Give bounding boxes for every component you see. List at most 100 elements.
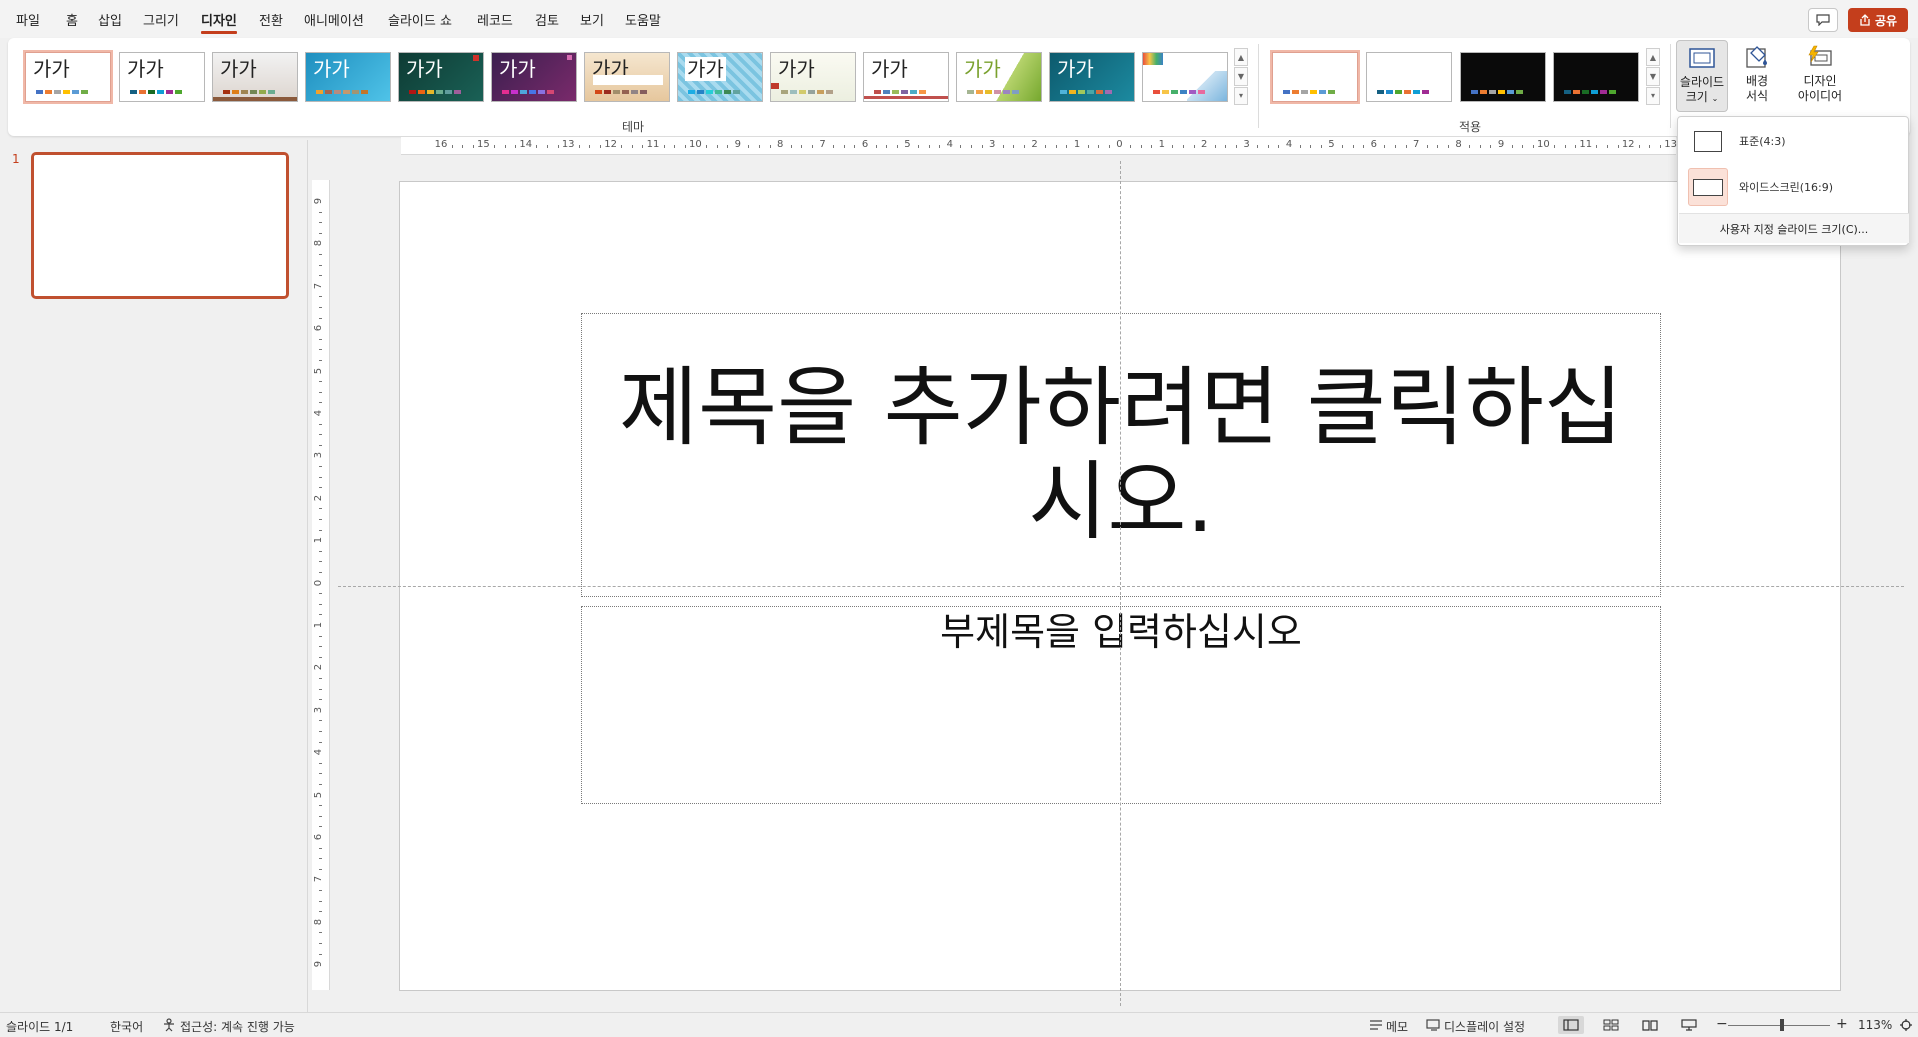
ruler-tick-label: 5 <box>313 367 325 374</box>
theme-celestial[interactable]: 가가 <box>491 52 577 102</box>
ruler-tick-label: 9 <box>1497 139 1505 150</box>
ruler-tick-label: 14 <box>519 139 533 150</box>
ruler-minor-tick <box>319 720 322 722</box>
slide-thumbnail[interactable] <box>31 152 289 299</box>
ruler-tick-label: 9 <box>313 197 325 205</box>
ruler-minor-tick <box>319 572 322 573</box>
menu-transitions[interactable]: 전환 <box>259 10 283 29</box>
theme-wood-type[interactable]: 가가 <box>584 52 670 102</box>
variant-1[interactable] <box>1270 50 1360 104</box>
scroll-up-icon[interactable]: ▲ <box>1234 48 1248 67</box>
gallery-more-icon[interactable]: ▾ <box>1646 86 1660 105</box>
theme-facet[interactable]: 가가 <box>212 52 298 102</box>
menu-animations[interactable]: 애니메이션 <box>304 10 364 29</box>
zoom-slider-thumb[interactable] <box>1780 1019 1784 1031</box>
ruler-minor-tick <box>1225 145 1227 148</box>
variant-2[interactable] <box>1366 52 1452 102</box>
theme-savon[interactable]: 가가 <box>863 52 949 102</box>
theme-office[interactable]: 가가 <box>23 50 113 104</box>
ruler-tick-label: 4 <box>313 749 325 756</box>
ruler-minor-tick <box>918 145 919 148</box>
theme-circuit[interactable]: 가가 <box>1049 52 1135 102</box>
ruler-minor-tick <box>319 911 322 913</box>
ruler-minor-tick <box>1002 145 1004 148</box>
ruler-tick-label: 7 <box>313 876 325 883</box>
menu-help[interactable]: 도움말 <box>625 10 661 29</box>
menu-slideshow[interactable]: 슬라이드 쇼 <box>388 10 452 29</box>
variant-3[interactable] <box>1460 52 1546 102</box>
theme-wisp[interactable]: 가가 <box>956 52 1042 102</box>
theme-glyph: 가가 <box>220 57 257 81</box>
share-button[interactable]: 공유 <box>1848 8 1908 32</box>
normal-view-button[interactable] <box>1558 1016 1584 1034</box>
notes-button[interactable]: 메모 <box>1386 1018 1408 1035</box>
horizontal-ruler[interactable]: 16 15 14 13 12 11 10 9 8 7 6 5 4 3 2 1 0 1 2 3 4 5 6 7 8 9 10 11 12 1… <box>401 137 1804 155</box>
ruler-minor-tick <box>600 145 601 148</box>
theme-ion-boardroom[interactable]: 가가 <box>398 52 484 102</box>
slideshow-button[interactable] <box>1676 1016 1702 1034</box>
theme-vapor-trail[interactable] <box>1142 52 1228 102</box>
theme-ion[interactable]: 가가 <box>305 52 391 102</box>
ruler-minor-tick <box>319 890 322 891</box>
menu-item-widescreen[interactable]: 와이드스크린(16:9) <box>1678 165 1910 209</box>
designer-button[interactable]: 디자인 아이디어 <box>1788 40 1852 112</box>
ruler-tick-label: 11 <box>646 139 660 150</box>
menu-insert[interactable]: 삽입 <box>98 10 122 29</box>
custom-slide-size-item[interactable]: 사용자 지정 슬라이드 크기(C)... <box>1679 213 1909 243</box>
variant-4[interactable] <box>1553 52 1639 102</box>
horizontal-guide[interactable] <box>338 586 1904 587</box>
scroll-down-icon[interactable]: ▼ <box>1646 67 1660 86</box>
menu-view[interactable]: 보기 <box>580 10 604 29</box>
group-divider <box>1670 44 1671 128</box>
ruler-minor-tick <box>1151 145 1153 148</box>
scroll-up-icon[interactable]: ▲ <box>1646 48 1660 67</box>
slide-size-label-1: 슬라이드 <box>1679 75 1725 89</box>
menu-record[interactable]: 레코드 <box>477 10 513 29</box>
menu-design[interactable]: 디자인 <box>201 10 237 34</box>
vertical-guide[interactable] <box>1120 161 1121 1006</box>
ruler-minor-tick <box>319 487 322 489</box>
ruler-minor-tick <box>1214 145 1216 148</box>
ruler-minor-tick <box>1055 145 1057 148</box>
menu-review[interactable]: 검토 <box>535 10 559 29</box>
ruler-minor-tick <box>833 145 835 148</box>
format-background-button[interactable]: 배경 서식 <box>1734 40 1780 112</box>
slide-title[interactable]: 제목을 추가하려면 클릭하십시오. <box>582 361 1660 549</box>
ruler-tick-label: 12 <box>604 139 617 150</box>
ruler-tick-label: 1 <box>313 621 325 629</box>
title-placeholder[interactable]: 제목을 추가하려면 클릭하십시오. <box>581 313 1661 597</box>
menu-file[interactable]: 파일 <box>16 10 40 29</box>
theme-office-2[interactable]: 가가 <box>119 52 205 102</box>
fit-to-window-icon[interactable] <box>1898 1018 1914 1032</box>
ruler-minor-tick <box>896 145 898 148</box>
scroll-down-icon[interactable]: ▼ <box>1234 67 1248 86</box>
format-bg-label-2: 서식 <box>1745 89 1769 103</box>
menu-item-standard[interactable]: 표준(4:3) <box>1678 119 1910 163</box>
vertical-ruler[interactable]: 9 8 7 6 5 4 3 2 1 0 1 2 3 4 5 6 7 8 9 <box>312 180 330 990</box>
zoom-slider[interactable] <box>1728 1025 1830 1026</box>
menu-home[interactable]: 홈 <box>66 10 78 29</box>
language-indicator[interactable]: 한국어 <box>110 1018 143 1035</box>
comments-button[interactable] <box>1808 8 1838 32</box>
ruler-minor-tick <box>319 444 322 446</box>
ruler-minor-tick <box>319 275 322 277</box>
zoom-level[interactable]: 113% <box>1858 1018 1892 1032</box>
zoom-out-button[interactable]: − <box>1716 1016 1728 1032</box>
theme-parallax[interactable]: 가가 <box>770 52 856 102</box>
menu-draw[interactable]: 그리기 <box>143 10 179 29</box>
theme-glyph: 가가 <box>406 57 443 81</box>
gallery-more-icon[interactable]: ▾ <box>1234 86 1248 105</box>
theme-dividend[interactable]: 가가 <box>677 52 763 102</box>
subtitle-placeholder[interactable]: 부제목을 입력하십시오 <box>581 606 1661 804</box>
slide-size-button[interactable]: 슬라이드 크기 ⌄ <box>1676 40 1728 112</box>
reading-view-button[interactable] <box>1637 1016 1663 1034</box>
ruler-tick-label: 6 <box>861 139 869 150</box>
slide-sorter-button[interactable] <box>1598 1016 1624 1034</box>
ruler-tick-label: 4 <box>1285 139 1293 150</box>
slide-subtitle[interactable]: 부제목을 입력하십시오 <box>582 609 1660 655</box>
ruler-minor-tick <box>1236 145 1237 148</box>
ruler-tick-label: 8 <box>1455 139 1462 150</box>
display-settings-button[interactable]: 디스플레이 설정 <box>1444 1018 1525 1035</box>
zoom-in-button[interactable]: + <box>1836 1016 1848 1032</box>
accessibility-status[interactable]: 접근성: 계속 진행 가능 <box>180 1018 295 1035</box>
